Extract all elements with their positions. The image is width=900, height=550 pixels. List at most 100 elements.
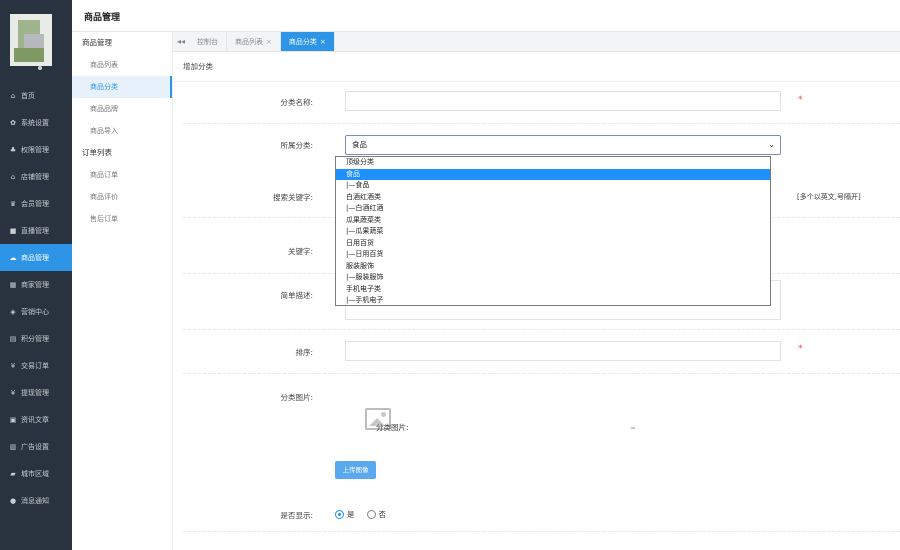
tab-goods-list[interactable]: 商品列表 × [227, 32, 281, 51]
image-alt-text: 分类图片: [376, 423, 409, 432]
required-mark: * [798, 95, 803, 105]
show-radio-group: 是 否 [335, 509, 398, 520]
dropdown-option[interactable]: |—日用百货 [336, 249, 770, 261]
submenu-item-goods-list[interactable]: 商品列表 [72, 54, 172, 76]
category-name-input[interactable] [345, 91, 781, 111]
submenu-item-goods-import[interactable]: 商品导入 [72, 120, 172, 142]
sidebar-item-label: 会员管理 [21, 199, 49, 208]
submenu-item-goods-brand[interactable]: 商品品牌 [72, 98, 172, 120]
submenu-item-goods-category[interactable]: 商品分类 [72, 76, 172, 98]
sidebar-item-label: 系统设置 [21, 118, 49, 127]
home-icon: ⌂ [10, 91, 16, 100]
sidebar-item[interactable]: ¥ 交易订单 [0, 352, 72, 379]
dropdown-option[interactable]: |—白酒红酒 [336, 203, 770, 215]
sidebar-item[interactable]: ▤ 积分管理 [0, 325, 72, 352]
order-icon: ¥ [10, 361, 16, 370]
sidebar-item[interactable]: ⌂ 首页 [0, 82, 72, 109]
sidebar-item[interactable]: ¥ 提现管理 [0, 379, 72, 406]
main-sidebar: ⌂ 首页 ✿ 系统设置 ♣ 权限管理 ⌂ 店铺管理 ♛ 会员管理 ■ 直播管理 ☁ 商品管理 ▦ 商家管理 ◈ 营… [0, 0, 72, 550]
section-title: 增加分类 [173, 52, 900, 82]
sidebar-item[interactable]: ● 消息通知 [0, 487, 72, 514]
dropdown-option[interactable]: |—食品 [336, 180, 770, 192]
image-mark: ≈ [630, 424, 636, 432]
radio-yes-label: 是 [347, 510, 355, 519]
sidebar-item-label: 直播管理 [21, 226, 49, 235]
title-bar: 商品管理 [72, 0, 900, 32]
sidebar-item-label: 提现管理 [21, 388, 49, 397]
parent-category-select[interactable]: 食品 ⌄ [345, 135, 781, 155]
dropdown-option[interactable]: 瓜果蔬菜类 [336, 215, 770, 227]
radio-yes[interactable] [335, 510, 344, 519]
sidebar-item-label: 商品管理 [21, 253, 49, 262]
dropdown-option[interactable]: 服装服饰 [336, 261, 770, 273]
sidebar-item[interactable]: ✿ 系统设置 [0, 109, 72, 136]
sidebar-item-label: 首页 [21, 91, 35, 100]
dropdown-option[interactable]: |—手机电子 [336, 295, 770, 305]
dropdown-option[interactable]: |—瓜果蔬菜 [336, 226, 770, 238]
submenu-item-goods-reviews[interactable]: 商品评价 [72, 186, 172, 208]
sidebar-item[interactable]: ▦ 商家管理 [0, 271, 72, 298]
sidebar-item-label: 营销中心 [21, 307, 49, 316]
shop-icon: ⌂ [10, 172, 16, 181]
map-icon: ▰ [10, 469, 16, 478]
close-icon[interactable]: × [320, 38, 326, 46]
radio-no-label: 否 [378, 510, 387, 519]
sidebar-item-label: 店铺管理 [21, 172, 49, 181]
sidebar-item-label: 积分管理 [21, 334, 49, 343]
chevron-down-icon: ⌄ [768, 140, 775, 149]
sidebar-item[interactable]: ♣ 权限管理 [0, 136, 72, 163]
avatar[interactable] [10, 14, 52, 66]
keywords-label: 关键字: [287, 247, 313, 256]
sidebar-item[interactable]: ☁ 商品管理 [0, 244, 72, 271]
submenu-group-goods[interactable]: 商品管理 [72, 32, 172, 54]
search-keywords-label: 搜索关键字: [272, 193, 313, 202]
message-icon: ● [9, 496, 17, 505]
submenu-item-goods-orders[interactable]: 商品订单 [72, 164, 172, 186]
dropdown-option[interactable]: 顶级分类 [336, 157, 770, 169]
merchant-icon: ▦ [9, 280, 17, 289]
points-icon: ▤ [9, 334, 17, 343]
dropdown-option[interactable]: 食品 [336, 168, 770, 180]
tab-bar: ◂◂ 控制台 商品列表 × 商品分类 × [173, 32, 900, 52]
tab-goods-category[interactable]: 商品分类 × [280, 32, 335, 51]
sidebar-item[interactable]: ◈ 营销中心 [0, 298, 72, 325]
submenu-group-orders[interactable]: 订单列表 [72, 142, 172, 164]
sort-label: 排序: [295, 348, 313, 357]
sidebar-item[interactable]: ▥ 广告设置 [0, 433, 72, 460]
video-icon: ■ [9, 226, 17, 235]
ad-icon: ▥ [9, 442, 17, 451]
sidebar-item[interactable]: ▰ 城市区域 [0, 460, 72, 487]
submenu-item-aftersale-orders[interactable]: 售后订单 [72, 208, 172, 230]
close-icon[interactable]: × [266, 38, 272, 46]
sidebar-item[interactable]: ■ 直播管理 [0, 217, 72, 244]
sidebar-item[interactable]: ♛ 会员管理 [0, 190, 72, 217]
org-icon: ♣ [9, 145, 17, 154]
dropdown-option[interactable]: 手机电子类 [336, 284, 770, 296]
tab-scroll-left-icon[interactable]: ◂◂ [173, 32, 189, 51]
image-label: 分类图片: [280, 393, 313, 402]
tab-console[interactable]: 控制台 [189, 32, 227, 51]
user-icon: ♛ [9, 199, 17, 208]
sort-input[interactable] [345, 341, 781, 361]
dropdown-option[interactable]: |—服装服饰 [336, 272, 770, 284]
sidebar-item[interactable]: ⌂ 店铺管理 [0, 163, 72, 190]
parent-category-dropdown[interactable]: 顶级分类 食品 |—食品 白酒红酒类 |—白酒红酒 瓜果蔬菜类 |—瓜果蔬菜 日用百货 |—日用… [335, 156, 771, 306]
radio-no[interactable] [366, 510, 376, 519]
gear-icon: ✿ [10, 118, 16, 127]
dropdown-option[interactable]: 日用百货 [336, 238, 770, 250]
goods-icon: ☁ [9, 253, 17, 262]
tab-label: 商品列表 [235, 38, 263, 46]
sidebar-item[interactable]: ▣ 资讯文章 [0, 406, 72, 433]
search-keywords-hint: [多个以英文,号隔开] [797, 193, 861, 201]
secondary-menu: 商品管理 商品列表 商品分类 商品品牌 商品导入 订单列表 商品订单 商品评价 … [72, 32, 173, 550]
sidebar-item-label: 城市区域 [21, 469, 49, 478]
sidebar-item-label: 交易订单 [21, 361, 49, 370]
description-label: 简单描述: [280, 291, 313, 300]
upload-image-button[interactable]: 上传图像 [335, 461, 376, 479]
dropdown-option[interactable]: 白酒红酒类 [336, 192, 770, 204]
avatar-status-dot [38, 66, 42, 70]
sidebar-item-label: 广告设置 [21, 442, 49, 451]
sidebar-item-label: 资讯文章 [21, 415, 49, 424]
sidebar-nav: ⌂ 首页 ✿ 系统设置 ♣ 权限管理 ⌂ 店铺管理 ♛ 会员管理 ■ 直播管理 ☁ 商品管理 ▦ 商家管理 ◈ 营… [0, 82, 72, 514]
form-row-show: 是否显示: [183, 511, 900, 550]
